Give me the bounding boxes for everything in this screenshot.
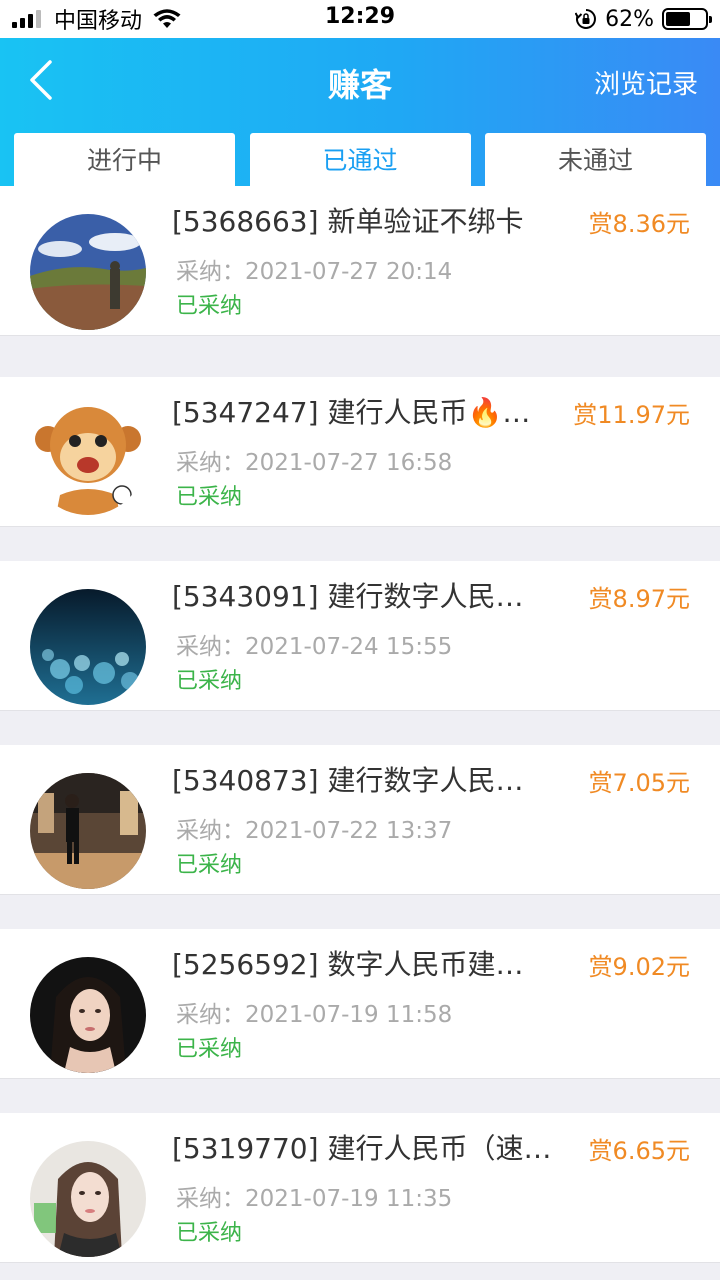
adopt-time: 采纳：2021-07-19 11:35 — [176, 1186, 453, 1212]
status-badge: 已采纳 — [176, 485, 243, 510]
item-title: [5256592] 数字人民币建… — [172, 948, 524, 981]
history-button[interactable]: 浏览记录 — [594, 64, 698, 101]
status-badge: 已采纳 — [176, 1221, 243, 1246]
adopt-time: 采纳：2021-07-22 13:37 — [176, 818, 453, 844]
adopt-time: 采纳：2021-07-27 20:14 — [176, 259, 453, 285]
rotation-lock-icon — [575, 9, 597, 29]
monkey-avatar — [30, 399, 146, 515]
woman-avatar — [30, 1141, 146, 1257]
list-item[interactable]: [5347247] 建行人民币🔥… 赏11.97元 采纳：2021-07-27 … — [0, 377, 720, 527]
adopt-time: 采纳：2021-07-27 16:58 — [176, 450, 453, 476]
list-item[interactable]: [5319770] 建行人民币（速… 赏6.65元 采纳：2021-07-19 … — [0, 1113, 720, 1263]
battery-icon — [662, 8, 712, 30]
reward-amount: 赏8.36元 — [588, 210, 690, 238]
reward-amount: 赏7.05元 — [588, 769, 690, 797]
reward-amount: 赏11.97元 — [573, 401, 690, 429]
header: 赚客 浏览记录 进行中 已通过 未通过 — [0, 38, 720, 206]
item-title: [5340873] 建行数字人民… — [172, 764, 524, 797]
person-avatar — [30, 773, 146, 889]
portrait-avatar — [30, 957, 146, 1073]
status-badge: 已采纳 — [176, 294, 243, 319]
status-bar: 中国移动 12:29 62% — [0, 0, 720, 38]
item-title: [5368663] 新单验证不绑卡 — [172, 205, 524, 238]
list-item[interactable]: [5343091] 建行数字人民… 赏8.97元 采纳：2021-07-24 1… — [0, 561, 720, 711]
status-badge: 已采纳 — [176, 669, 243, 694]
adopt-time: 采纳：2021-07-19 11:58 — [176, 1002, 453, 1028]
reward-amount: 赏8.97元 — [588, 585, 690, 613]
tab-bar: 进行中 已通过 未通过 — [14, 133, 706, 189]
status-badge: 已采纳 — [176, 1037, 243, 1062]
list-item[interactable]: [5368663] 新单验证不绑卡 赏8.36元 采纳：2021-07-27 2… — [0, 186, 720, 336]
landscape-avatar — [30, 214, 146, 330]
tab-approved[interactable]: 已通过 — [249, 133, 471, 189]
reward-amount: 赏9.02元 — [588, 953, 690, 981]
status-badge: 已采纳 — [176, 853, 243, 878]
tab-in-progress[interactable]: 进行中 — [14, 133, 235, 189]
item-title: [5319770] 建行人民币（速… — [172, 1132, 552, 1165]
item-title: [5347247] 建行人民币🔥… — [172, 396, 531, 429]
tab-rejected[interactable]: 未通过 — [485, 133, 706, 189]
reward-amount: 赏6.65元 — [588, 1137, 690, 1165]
adopt-time: 采纳：2021-07-24 15:55 — [176, 634, 453, 660]
bokeh-avatar — [30, 589, 146, 705]
item-title: [5343091] 建行数字人民… — [172, 580, 524, 613]
battery-percent: 62% — [605, 6, 654, 32]
list-item[interactable]: [5256592] 数字人民币建… 赏9.02元 采纳：2021-07-19 1… — [0, 929, 720, 1079]
status-right: 62% — [575, 6, 712, 32]
list-item[interactable]: [5340873] 建行数字人民… 赏7.05元 采纳：2021-07-22 1… — [0, 745, 720, 895]
